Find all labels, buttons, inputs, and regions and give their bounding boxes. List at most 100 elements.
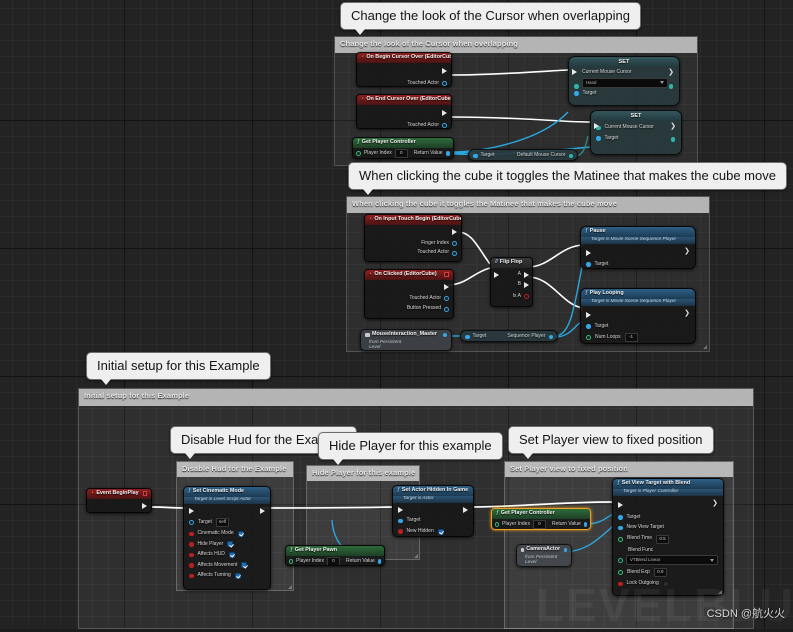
enum-in-pin[interactable] bbox=[618, 557, 623, 563]
object-out-pin[interactable] bbox=[444, 296, 449, 302]
node-on-end-cursor-over[interactable]: ◖ On End Cursor Over (EditorCube) Touche… bbox=[356, 94, 452, 129]
node-get-player-controller-2[interactable]: ƒ Get Player Controller Player Index 0 R… bbox=[491, 508, 591, 530]
int-in-pin[interactable] bbox=[289, 558, 294, 564]
node-flip-flop[interactable]: // Flip Flop A B Is A bbox=[490, 257, 533, 307]
value-in-pin[interactable] bbox=[574, 84, 579, 89]
node-on-input-touch-begin[interactable]: ◖ On Input Touch Begin (EditorCube) Fing… bbox=[364, 214, 462, 262]
node-play-looping[interactable]: ƒ Play Looping Target is Movie Scene Seq… bbox=[580, 288, 696, 344]
exec-in-pin[interactable] bbox=[572, 69, 577, 75]
cinematic-mode-checkbox[interactable] bbox=[237, 530, 244, 537]
object-out-pin[interactable] bbox=[445, 151, 450, 156]
value-out-pin[interactable] bbox=[568, 153, 573, 158]
exec-out-a-pin[interactable] bbox=[524, 271, 529, 278]
exec-in-pin[interactable] bbox=[618, 501, 623, 508]
node-get-default-mouse-cursor[interactable]: Target Default Mouse Cursor bbox=[468, 149, 578, 161]
node-on-begin-cursor-over[interactable]: ◖ On Begin Cursor Over (EditorCube) Touc… bbox=[356, 52, 452, 87]
hide-player-checkbox[interactable] bbox=[227, 541, 234, 548]
num-loops-input[interactable]: -1 bbox=[624, 333, 638, 343]
exec-in-pin[interactable] bbox=[494, 271, 499, 278]
node-pause[interactable]: ƒ Pause Target is Movie Scene Sequence P… bbox=[580, 226, 696, 269]
object-in-pin[interactable] bbox=[398, 518, 403, 524]
object-in-pin[interactable] bbox=[596, 136, 601, 141]
object-out-pin[interactable] bbox=[442, 123, 447, 128]
player-index-input[interactable]: 0 bbox=[394, 148, 408, 158]
exec-out-pin[interactable]: ❯ bbox=[712, 499, 718, 510]
bool-out-pin[interactable] bbox=[524, 294, 529, 300]
resize-grip[interactable] bbox=[414, 554, 418, 558]
bool-in-pin[interactable] bbox=[189, 563, 194, 568]
object-out-pin[interactable] bbox=[583, 522, 587, 527]
object-in-pin[interactable] bbox=[473, 153, 478, 158]
object-in-pin[interactable] bbox=[586, 324, 591, 329]
int-in-pin[interactable] bbox=[586, 335, 591, 341]
bool-in-pin[interactable] bbox=[189, 531, 194, 537]
object-out-pin[interactable] bbox=[442, 332, 447, 338]
exec-out-b-pin[interactable] bbox=[524, 282, 529, 289]
new-hidden-checkbox[interactable] bbox=[437, 528, 444, 535]
blend-exp-input[interactable]: 0.0 bbox=[653, 568, 667, 578]
player-index-input[interactable]: 0 bbox=[532, 519, 546, 529]
object-in-pin[interactable] bbox=[618, 525, 623, 531]
int-in-pin[interactable] bbox=[495, 521, 500, 527]
delegate-pin[interactable] bbox=[142, 491, 147, 497]
resize-grip[interactable] bbox=[288, 585, 292, 589]
blueprint-canvas[interactable]: Change the look of the Cursor when overl… bbox=[0, 0, 793, 631]
affects-movement-checkbox[interactable] bbox=[241, 562, 248, 569]
node-set-current-mouse-cursor-default[interactable]: SET Current Mouse Cursor Target ❯ bbox=[590, 110, 682, 155]
node-get-player-pawn[interactable]: ƒ Get Player Pawn Player Index 0 Return … bbox=[285, 545, 385, 566]
exec-out-pin[interactable]: ❯ bbox=[670, 122, 676, 130]
node-set-actor-hidden-in-game[interactable]: ƒ Set Actor Hidden In Game Target is Act… bbox=[392, 485, 474, 537]
float-in-pin[interactable] bbox=[618, 536, 623, 542]
node-camera-actor-ref[interactable]: CameraActor from Persistent Level bbox=[516, 544, 572, 567]
exec-in-pin[interactable] bbox=[586, 249, 591, 256]
target-value[interactable]: self bbox=[215, 518, 230, 528]
exec-out-pin[interactable] bbox=[452, 229, 457, 236]
exec-out-pin[interactable] bbox=[442, 110, 447, 117]
exec-in-pin[interactable] bbox=[189, 507, 194, 514]
exec-out-pin[interactable] bbox=[142, 503, 147, 510]
resize-grip[interactable] bbox=[703, 345, 707, 349]
float-in-pin[interactable] bbox=[618, 570, 623, 576]
exec-in-pin[interactable] bbox=[586, 311, 591, 318]
bool-in-pin[interactable] bbox=[189, 573, 194, 579]
exec-out-pin[interactable]: ❯ bbox=[684, 309, 690, 320]
exec-out-pin[interactable] bbox=[463, 506, 468, 513]
node-set-cinematic-mode[interactable]: ƒ Set Cinematic Mode Target is Level Scr… bbox=[183, 486, 271, 590]
exec-out-pin[interactable] bbox=[260, 507, 265, 514]
blend-func-dropdown[interactable]: VTBlend Linear bbox=[626, 555, 718, 566]
exec-out-pin[interactable] bbox=[444, 284, 449, 291]
affects-turning-checkbox[interactable] bbox=[234, 572, 241, 579]
object-in-pin[interactable] bbox=[618, 515, 623, 520]
object-out-pin[interactable] bbox=[442, 81, 447, 86]
node-on-clicked[interactable]: ◖ On Clicked (EditorCube) Touched Actor … bbox=[364, 269, 454, 319]
player-index-input[interactable]: 0 bbox=[326, 556, 340, 565]
enum-out-pin[interactable] bbox=[452, 241, 457, 247]
exec-out-pin[interactable]: ❯ bbox=[684, 247, 690, 258]
exec-out-pin[interactable]: ❯ bbox=[668, 68, 674, 76]
object-in-pin[interactable] bbox=[465, 334, 470, 339]
object-out-pin[interactable] bbox=[548, 334, 553, 339]
bool-in-pin[interactable] bbox=[189, 542, 194, 547]
object-out-pin[interactable] bbox=[377, 559, 381, 564]
exec-out-pin[interactable] bbox=[442, 68, 447, 75]
value-out-pin[interactable] bbox=[670, 137, 675, 142]
object-out-pin[interactable] bbox=[564, 547, 567, 553]
affects-hud-checkbox[interactable] bbox=[228, 551, 235, 558]
blend-time-input[interactable]: 0.5 bbox=[656, 534, 670, 544]
object-in-pin[interactable] bbox=[586, 262, 591, 267]
node-mouse-interaction-master-ref[interactable]: MouseInteraction_Master from Persistent … bbox=[360, 329, 452, 351]
mouse-cursor-dropdown[interactable]: Hand bbox=[582, 77, 668, 88]
bool-in-pin[interactable] bbox=[189, 552, 194, 558]
value-out-pin[interactable] bbox=[668, 84, 673, 89]
node-get-sequence-player[interactable]: Target Sequence Player bbox=[460, 330, 558, 342]
name-out-pin[interactable] bbox=[444, 306, 449, 312]
exec-in-pin[interactable] bbox=[594, 123, 599, 129]
exec-in-pin[interactable] bbox=[398, 506, 403, 513]
delegate-pin[interactable] bbox=[444, 272, 449, 278]
object-in-pin[interactable] bbox=[574, 91, 579, 96]
node-get-player-controller-1[interactable]: ƒ Get Player Controller Player Index 0 R… bbox=[352, 137, 454, 159]
node-event-begin-play[interactable]: ◖ Event BeginPlay bbox=[86, 488, 152, 513]
bool-in-pin[interactable] bbox=[398, 529, 403, 534]
object-out-pin[interactable] bbox=[452, 250, 457, 256]
node-set-current-mouse-cursor-hand[interactable]: SET Current Mouse Cursor Hand Target ❯ bbox=[568, 56, 680, 106]
